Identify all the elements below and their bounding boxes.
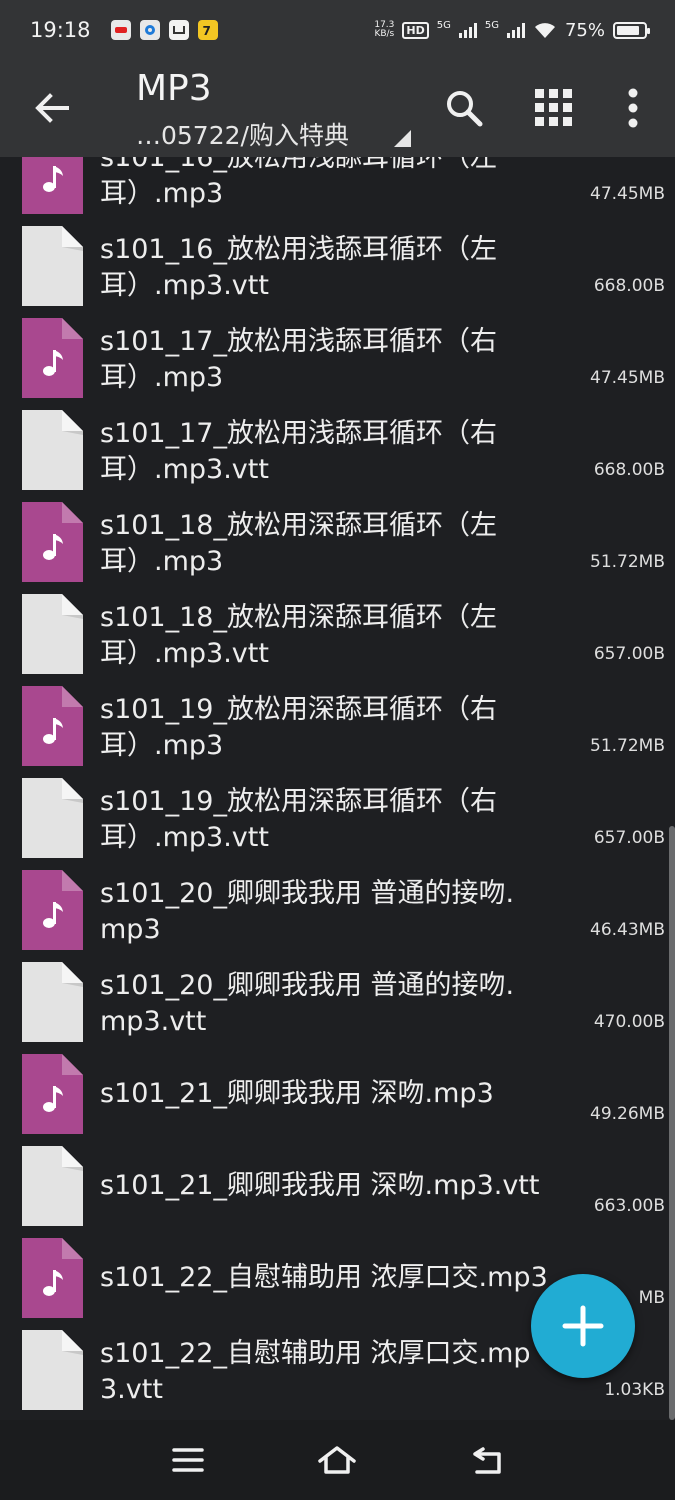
file-size: 1.03KB (604, 1380, 665, 1400)
back-icon (473, 1447, 501, 1474)
signal-icon (458, 22, 477, 38)
document-file-icon (22, 778, 83, 858)
sim2-label: 5G (484, 19, 499, 31)
app-bar: MP3 …05722/购入特典 (0, 60, 675, 157)
file-size: 663.00B (593, 1196, 665, 1216)
file-size: 47.45MB (590, 368, 665, 388)
audio-file-icon (22, 318, 83, 398)
nav-back-button[interactable] (462, 1440, 512, 1480)
audio-file-row[interactable]: s101_21_卿卿我我用 深吻.mp3 49.26MB (0, 1054, 675, 1146)
audio-file-icon (22, 1238, 83, 1318)
battery-percent: 75% (564, 19, 605, 41)
file-name: s101_16_放松用浅舔耳循环（左耳）.mp3 (100, 157, 497, 209)
document-file-icon (22, 1330, 83, 1410)
file-name: s101_21_卿卿我我用 深吻.mp3 (100, 1078, 494, 1109)
notification-app-icon (110, 20, 131, 40)
file-name: s101_19_放松用深舔耳循环（右耳）.mp3 (100, 694, 497, 761)
notification-app-icon: 7 (197, 20, 218, 40)
audio-file-row[interactable]: s101_17_放松用浅舔耳循环（右耳）.mp3 47.45MB (0, 318, 675, 410)
file-size: 668.00B (593, 460, 665, 480)
status-bar: 19:18 7 17.3 KB/s HD 5G 5G 75% (0, 0, 675, 60)
audio-file-row[interactable]: s101_18_放松用深舔耳循环（左耳）.mp3 51.72MB (0, 502, 675, 594)
notification-mail-icon (168, 20, 189, 40)
grid-view-button[interactable] (528, 82, 580, 134)
file-name: s101_16_放松用浅舔耳循环（左耳）.mp3.vtt (100, 234, 497, 301)
file-name: s101_18_放松用深舔耳循环（左耳）.mp3.vtt (100, 602, 497, 669)
network-speed: 17.3 KB/s (374, 20, 395, 39)
subtitle-file-row[interactable]: s101_16_放松用浅舔耳循环（左耳）.mp3.vtt 668.00B (0, 226, 675, 318)
status-time: 19:18 (30, 18, 91, 42)
back-button[interactable] (26, 82, 78, 134)
audio-file-icon (22, 502, 83, 582)
search-icon (447, 91, 483, 127)
subtitle-file-row[interactable]: s101_20_卿卿我我用 普通的接吻.mp3.vtt 470.00B (0, 962, 675, 1054)
file-name: s101_22_自慰辅助用 浓厚口交.mp3.vtt (100, 1338, 531, 1405)
nav-home-button[interactable] (312, 1440, 362, 1480)
system-nav-bar (0, 1420, 675, 1500)
signal-icon (506, 22, 525, 38)
document-file-icon (22, 1146, 83, 1226)
more-options-button[interactable] (607, 82, 659, 134)
file-size: 668.00B (593, 276, 665, 296)
audio-file-icon (22, 870, 83, 950)
file-list: s101_16_放松用浅舔耳循环（左耳）.mp3 47.45MB s101_16_放… (0, 157, 675, 1420)
more-vertical-icon (628, 88, 638, 128)
battery-icon (613, 21, 650, 39)
document-file-icon (22, 594, 83, 674)
menu-icon (172, 1448, 204, 1472)
file-size: MB (638, 1288, 665, 1308)
file-name: s101_18_放松用深舔耳循环（左耳）.mp3 (100, 510, 497, 577)
status-indicators: 17.3 KB/s HD 5G 5G 75% (374, 19, 650, 41)
subtitle-file-row[interactable]: s101_21_卿卿我我用 深吻.mp3.vtt 663.00B (0, 1146, 675, 1238)
file-size: 49.26MB (590, 1104, 665, 1124)
current-path[interactable]: …05722/购入特典 (136, 116, 349, 152)
document-file-icon (22, 226, 83, 306)
wifi-icon (534, 23, 555, 38)
file-size: 47.45MB (590, 184, 665, 204)
file-name: s101_17_放松用浅舔耳循环（右耳）.mp3 (100, 326, 497, 393)
file-size: 657.00B (593, 644, 665, 664)
file-size: 657.00B (593, 828, 665, 848)
document-file-icon (22, 962, 83, 1042)
file-size: 51.72MB (590, 736, 665, 756)
file-name: s101_19_放松用深舔耳循环（右耳）.mp3.vtt (100, 786, 497, 853)
file-size: 51.72MB (590, 552, 665, 572)
audio-file-icon (22, 1054, 83, 1134)
page-title: MP3 (136, 68, 212, 109)
add-button[interactable] (531, 1274, 635, 1378)
file-name: s101_20_卿卿我我用 普通的接吻.mp3 (100, 878, 515, 945)
grid-view-icon (535, 89, 572, 126)
document-file-icon (22, 410, 83, 490)
subtitle-file-row[interactable]: s101_19_放松用深舔耳循环（右耳）.mp3.vtt 657.00B (0, 778, 675, 870)
arrow-left-icon (35, 93, 69, 123)
subtitle-file-row[interactable]: s101_17_放松用浅舔耳循环（右耳）.mp3.vtt 668.00B (0, 410, 675, 502)
home-icon (318, 1446, 356, 1474)
hd-voice-badge: HD (402, 21, 429, 39)
audio-file-row[interactable]: s101_20_卿卿我我用 普通的接吻.mp3 46.43MB (0, 870, 675, 962)
file-name: s101_21_卿卿我我用 深吻.mp3.vtt (100, 1170, 540, 1201)
search-button[interactable] (438, 82, 490, 134)
file-name: s101_17_放松用浅舔耳循环（右耳）.mp3.vtt (100, 418, 497, 485)
path-dropdown-indicator[interactable] (394, 130, 411, 147)
file-name: s101_22_自慰辅助用 浓厚口交.mp3 (100, 1262, 548, 1293)
file-size: 46.43MB (590, 920, 665, 940)
audio-file-row[interactable]: s101_19_放松用深舔耳循环（右耳）.mp3 51.72MB (0, 686, 675, 778)
audio-file-row[interactable]: s101_16_放松用浅舔耳循环（左耳）.mp3 47.45MB (0, 157, 675, 226)
plus-icon (562, 1305, 604, 1347)
file-size: 470.00B (593, 1012, 665, 1032)
scrollbar[interactable] (669, 826, 675, 1420)
file-name: s101_20_卿卿我我用 普通的接吻.mp3.vtt (100, 970, 515, 1037)
nav-menu-button[interactable] (163, 1440, 213, 1480)
audio-file-icon (22, 686, 83, 766)
sim1-label: 5G (436, 19, 451, 31)
audio-file-icon (22, 157, 83, 214)
subtitle-file-row[interactable]: s101_18_放松用深舔耳循环（左耳）.mp3.vtt 657.00B (0, 594, 675, 686)
notification-app-icon (139, 20, 160, 40)
